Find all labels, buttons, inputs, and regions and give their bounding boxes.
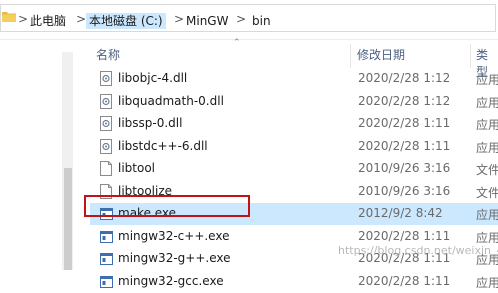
file-row[interactable]: libstdc++-6.dll 2020/2/28 1:11 应用	[90, 136, 498, 158]
breadcrumb-this-pc[interactable]: 此电脑	[30, 14, 66, 28]
file-type: 应用	[476, 73, 498, 87]
file-type: 文件	[476, 163, 498, 177]
file-row[interactable]: mingw32-gcc.exe 2020/2/28 1:11 应用	[90, 271, 498, 293]
file-row[interactable]: libtool 2010/9/26 3:16 文件	[90, 158, 498, 180]
column-header-date[interactable]: 修改日期	[357, 46, 405, 63]
breadcrumb-mingw[interactable]: MinGW	[186, 14, 228, 28]
file-row[interactable]: libquadmath-0.dll 2020/2/28 1:12 应用	[90, 91, 498, 113]
file-type: 应用	[476, 140, 498, 155]
sort-up-icon: ⌃	[233, 38, 241, 48]
highlight-box	[84, 195, 250, 217]
file-date: 2020/2/28 1:12	[358, 93, 451, 108]
file-date: 2012/9/2 8:42	[358, 206, 443, 220]
breadcrumb-separator: >	[18, 12, 29, 26]
watermark: https://blog.csdn.net/weixin_43...	[338, 244, 498, 257]
dll-file-icon	[100, 93, 112, 109]
file-name: mingw32-g++.exe	[118, 251, 231, 265]
breadcrumb-separator: >	[236, 12, 247, 26]
file-type: 应用	[476, 208, 498, 222]
exe-file-icon	[100, 230, 113, 243]
file-type: 应用	[476, 95, 498, 110]
address-bar: > 此电脑 > 本地磁盘 (C:) > MinGW > bin	[0, 0, 498, 40]
breadcrumb-local-disk[interactable]: 本地磁盘 (C:)	[86, 13, 166, 29]
file-icon	[100, 161, 112, 176]
column-divider[interactable]	[350, 44, 351, 68]
file-type: 应用	[476, 118, 498, 132]
breadcrumb-separator: >	[76, 12, 87, 26]
breadcrumb-bin[interactable]: bin	[252, 14, 271, 28]
file-name: libstdc++-6.dll	[118, 138, 208, 153]
column-divider[interactable]	[470, 44, 471, 68]
dll-file-icon	[100, 71, 112, 86]
breadcrumb-separator: >	[174, 12, 185, 26]
file-type: 文件	[476, 185, 498, 200]
column-header-name[interactable]: 名称	[96, 46, 120, 63]
file-date: 2020/2/28 1:11	[358, 116, 451, 130]
file-name: mingw32-c++.exe	[118, 228, 230, 243]
file-date: 2020/2/28 1:11	[358, 228, 451, 243]
file-name: mingw32-gcc.exe	[118, 273, 224, 288]
file-name: libobjc-4.dll	[118, 71, 188, 85]
navigation-scrollbar-thumb[interactable]	[64, 168, 72, 270]
file-type: 应用	[476, 230, 498, 245]
file-name: libssp-0.dll	[118, 116, 183, 130]
file-date: 2020/2/28 1:12	[358, 71, 451, 85]
exe-file-icon	[100, 275, 113, 288]
file-row[interactable]: libobjc-4.dll 2020/2/28 1:12 应用	[90, 68, 498, 90]
file-date: 2010/9/26 3:16	[358, 183, 451, 198]
file-row[interactable]: libssp-0.dll 2020/2/28 1:11 应用	[90, 113, 498, 135]
file-name: libquadmath-0.dll	[118, 93, 224, 108]
address-box[interactable]	[0, 4, 496, 32]
dll-file-icon	[100, 116, 112, 131]
file-name: libtool	[118, 161, 156, 175]
file-date: 2020/2/28 1:11	[358, 138, 451, 153]
file-date: 2020/2/28 1:11	[358, 273, 451, 288]
folder-icon	[2, 12, 16, 22]
file-date: 2010/9/26 3:16	[358, 161, 451, 175]
dll-file-icon	[100, 138, 112, 154]
file-type: 应用	[476, 275, 498, 290]
exe-file-icon	[100, 253, 113, 265]
